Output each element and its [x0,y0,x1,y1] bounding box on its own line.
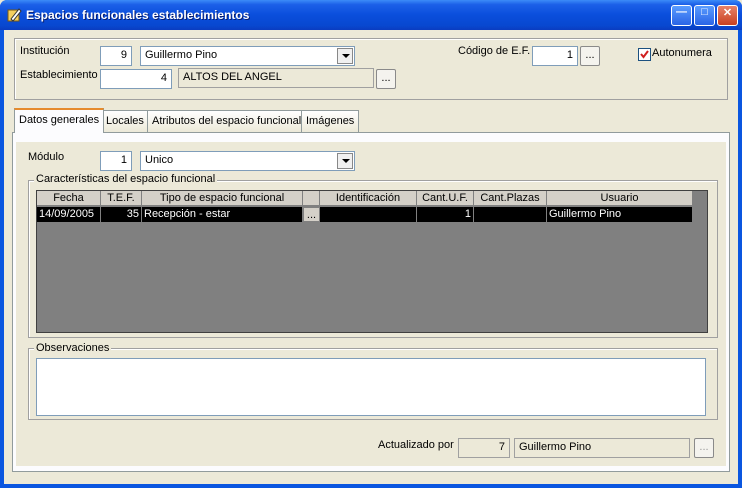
table-cell[interactable]: 35 [101,207,142,222]
establecimiento-label: Establecimiento [20,69,98,81]
autonumera-label: Autonumera [652,47,712,59]
institucion-name: Guillermo Pino [145,49,218,61]
tab-locales[interactable]: Locales [101,110,149,132]
column-header[interactable]: T.E.F. [101,191,142,206]
caracteristicas-grid[interactable]: Fecha T.E.F. Tipo de espacio funcional I… [36,190,708,333]
column-header[interactable]: Usuario [547,191,693,206]
tab-label: Datos generales [19,114,100,126]
maximize-icon: □ [701,6,708,18]
modulo-name: Unico [145,154,174,166]
actualizado-code-field: 7 [458,438,510,458]
close-button[interactable]: ✕ [717,5,738,26]
tab-imagenes[interactable]: Imágenes [301,110,360,132]
tab-label: Atributos del espacio funcional [152,115,302,127]
institucion-label: Institución [20,45,70,57]
app-window: Espacios funcionales establecimientos — … [0,0,742,488]
tab-label: Imágenes [306,115,355,127]
institucion-select[interactable]: Guillermo Pino [140,46,355,66]
actualizado-lookup-button[interactable]: ... [694,438,714,458]
table-cell[interactable]: 14/09/2005 [37,207,101,222]
app-icon [7,8,22,22]
institucion-code-field[interactable]: 9 [100,46,132,66]
minimize-icon: — [676,6,687,18]
codigo-label: Código de E.F. [458,45,531,57]
caracteristicas-title: Características del espacio funcional [34,173,218,185]
maximize-button[interactable]: □ [694,5,715,26]
checkmark-icon [640,50,649,59]
tab-datos-generales[interactable]: Datos generales [14,108,105,133]
table-cell[interactable] [320,207,417,222]
column-header[interactable]: Identificación [320,191,417,206]
column-header[interactable]: Cant.Plazas [474,191,547,206]
actualizado-label: Actualizado por [378,439,454,451]
observaciones-textarea[interactable] [36,358,706,416]
chevron-down-icon[interactable] [337,48,353,64]
column-header[interactable]: Tipo de espacio funcional [142,191,303,206]
title-bar[interactable]: Espacios funcionales establecimientos — … [0,0,742,30]
tab-atributos[interactable]: Atributos del espacio funcional [147,110,307,132]
column-header[interactable]: Cant.U.F. [417,191,474,206]
actualizado-name-field: Guillermo Pino [514,438,690,458]
modulo-label: Módulo [28,151,65,163]
modulo-select[interactable]: Unico [140,151,355,171]
codigo-lookup-button[interactable]: ... [580,46,600,66]
table-cell[interactable]: Recepción - estar [142,207,303,222]
column-header[interactable] [303,191,320,206]
establecimiento-code-field[interactable]: 4 [100,69,172,89]
close-icon: ✕ [722,7,733,19]
tipo-lookup-button[interactable]: ... [303,207,320,222]
autonumera-checkbox[interactable] [638,48,651,61]
establecimiento-lookup-button[interactable]: ... [376,69,396,89]
modulo-code-field[interactable]: 1 [100,151,132,171]
table-cell[interactable]: 1 [417,207,474,222]
window-title: Espacios funcionales establecimientos [26,8,250,22]
column-header[interactable]: Fecha [37,191,101,206]
minimize-button[interactable]: — [671,5,692,26]
observaciones-title: Observaciones [34,342,112,354]
table-cell[interactable] [474,207,547,222]
chevron-down-icon[interactable] [337,153,353,169]
establecimiento-name-field: ALTOS DEL ANGEL [178,68,374,88]
codigo-field[interactable]: 1 [532,46,578,66]
tab-label: Locales [106,115,144,127]
window-client: Institución 9 Guillermo Pino Establecimi… [4,30,738,484]
table-cell[interactable]: Guillermo Pino [547,207,693,222]
